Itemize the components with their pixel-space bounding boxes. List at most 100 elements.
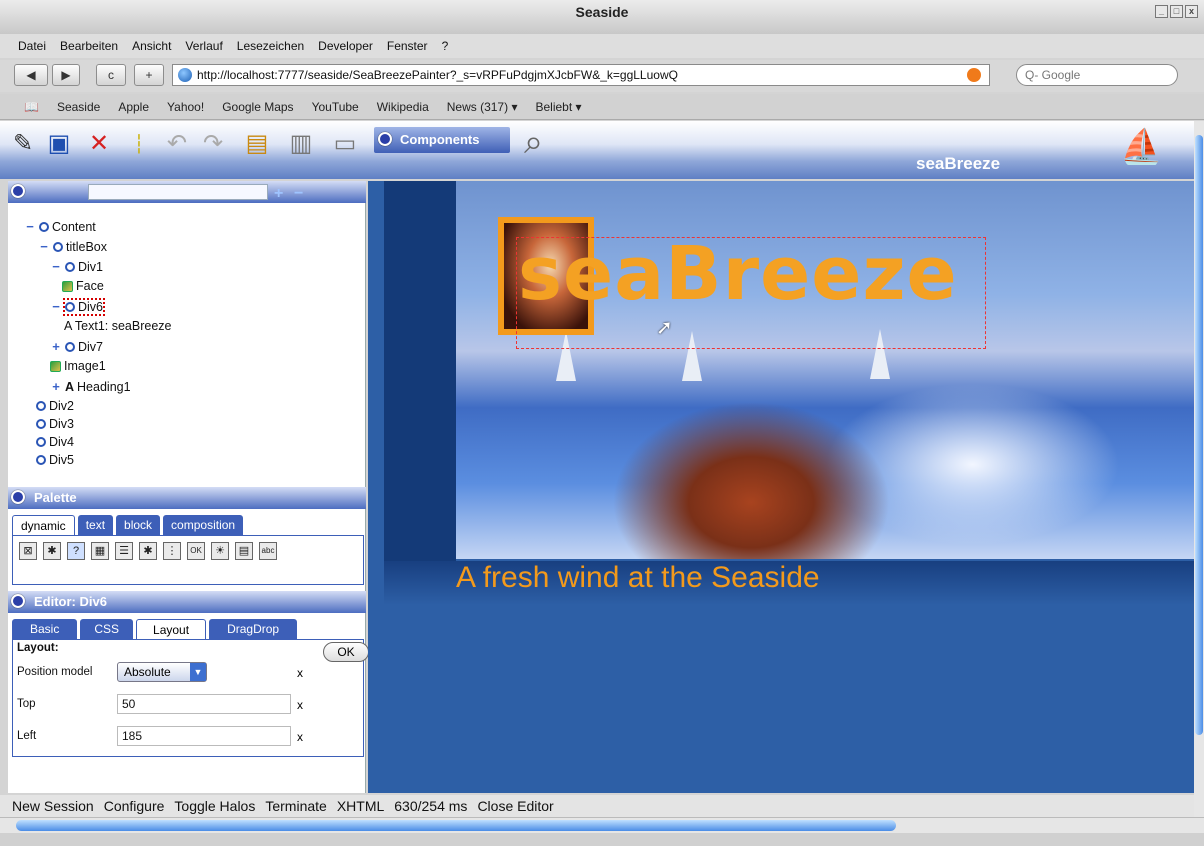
- expand-icon[interactable]: +: [50, 339, 62, 354]
- bookmark-youtube[interactable]: YouTube: [312, 100, 359, 114]
- components-button[interactable]: Components: [374, 127, 510, 153]
- form-icon[interactable]: ▦: [91, 542, 109, 560]
- undo-icon[interactable]: ↶: [162, 129, 192, 159]
- image-icon[interactable]: ☀: [211, 542, 229, 560]
- help-icon[interactable]: ?: [67, 542, 85, 560]
- menu-datei[interactable]: Datei: [18, 39, 46, 53]
- ruler-icon[interactable]: ┆: [124, 129, 154, 159]
- vertical-scroll-thumb[interactable]: [1195, 135, 1203, 735]
- bookmark-yahoo[interactable]: Yahoo!: [167, 100, 204, 114]
- back-button[interactable]: ◀: [14, 64, 48, 86]
- collapse-icon[interactable]: −: [50, 259, 62, 274]
- magnifier-icon[interactable]: ⌕: [524, 123, 543, 162]
- bookmark-apple[interactable]: Apple: [118, 100, 149, 114]
- hero-title[interactable]: seaBreeze: [518, 231, 958, 317]
- close-box-icon[interactable]: ⊠: [19, 542, 37, 560]
- collapse-palette-icon[interactable]: [11, 490, 25, 504]
- bookmark-wikipedia[interactable]: Wikipedia: [377, 100, 429, 114]
- tab-composition[interactable]: composition: [163, 515, 244, 535]
- tree-node[interactable]: Div5: [36, 453, 74, 467]
- menu-developer[interactable]: Developer: [318, 39, 373, 53]
- top-field[interactable]: 50: [117, 694, 291, 714]
- bookmark-seaside[interactable]: Seaside: [57, 100, 100, 114]
- search-input[interactable]: Q- Google: [1016, 64, 1178, 86]
- collapse-icon[interactable]: −: [38, 239, 50, 254]
- palette-header[interactable]: Palette: [8, 487, 366, 509]
- menu-verlauf[interactable]: Verlauf: [185, 39, 222, 53]
- menu-ansicht[interactable]: Ansicht: [132, 39, 171, 53]
- brush-icon[interactable]: ✎: [8, 129, 38, 159]
- editor-header[interactable]: Editor: Div6: [8, 591, 366, 613]
- list-box-icon[interactable]: ☰: [115, 542, 133, 560]
- clear-top-button[interactable]: x: [297, 698, 303, 712]
- configure-link[interactable]: Configure: [104, 798, 165, 814]
- save-icon[interactable]: ▣: [44, 129, 74, 159]
- bookmark-google-maps[interactable]: Google Maps: [222, 100, 293, 114]
- url-field[interactable]: http://localhost:7777/seaside/SeaBreezeP…: [172, 64, 990, 86]
- tree-node[interactable]: + A Heading1: [50, 379, 130, 394]
- close-button[interactable]: x: [1185, 5, 1198, 18]
- ok-button-icon[interactable]: OK: [187, 542, 205, 560]
- redo-icon[interactable]: ↷: [198, 129, 228, 159]
- collapse-icon[interactable]: −: [24, 219, 36, 234]
- collapse-icon[interactable]: −: [50, 299, 62, 314]
- tree-node[interactable]: A Text1: seaBreeze: [64, 319, 171, 333]
- tab-layout[interactable]: Layout: [136, 619, 207, 639]
- tree-search-input[interactable]: [88, 184, 268, 200]
- add-bookmark-button[interactable]: +: [134, 64, 164, 86]
- tree-node[interactable]: − Div1: [50, 259, 103, 274]
- tree-node[interactable]: − titleBox: [38, 239, 107, 254]
- menu-bearbeiten[interactable]: Bearbeiten: [60, 39, 118, 53]
- collapse-tree-icon[interactable]: [11, 184, 25, 198]
- bullet-list-icon[interactable]: ⋮: [163, 542, 181, 560]
- remove-node-icon[interactable]: −: [294, 183, 303, 205]
- terminate-link[interactable]: Terminate: [265, 798, 326, 814]
- position-model-select[interactable]: Absolute ▼: [117, 662, 207, 682]
- collapse-editor-icon[interactable]: [11, 594, 25, 608]
- rss-icon[interactable]: [967, 68, 981, 82]
- new-session-link[interactable]: New Session: [12, 798, 94, 814]
- minimize-button[interactable]: _: [1155, 5, 1168, 18]
- clear-left-button[interactable]: x: [297, 730, 303, 744]
- clear-position-button[interactable]: x: [297, 666, 303, 680]
- design-canvas[interactable]: seaBreeze ➚ A fresh wind at the Seaside: [368, 181, 1194, 793]
- tree-node[interactable]: Image1: [50, 359, 106, 373]
- horizontal-scrollbar[interactable]: [0, 817, 1204, 833]
- menu-help[interactable]: ?: [442, 39, 449, 53]
- reload-button[interactable]: c: [96, 64, 126, 86]
- tree-node[interactable]: Div2: [36, 399, 74, 413]
- menu-lesezeichen[interactable]: Lesezeichen: [237, 39, 304, 53]
- package-icon[interactable]: ▤: [242, 129, 272, 159]
- left-field[interactable]: 185: [117, 726, 291, 746]
- bookmark-beliebt[interactable]: Beliebt ▾: [535, 100, 581, 114]
- tab-text[interactable]: text: [77, 515, 114, 535]
- delete-icon[interactable]: ✕: [84, 129, 114, 159]
- tree-node[interactable]: + Div7: [50, 339, 103, 354]
- tree-node[interactable]: − Content: [24, 219, 96, 234]
- slogan-heading[interactable]: A fresh wind at the Seaside: [456, 561, 1194, 595]
- tab-css[interactable]: CSS: [80, 619, 134, 639]
- menu-fenster[interactable]: Fenster: [387, 39, 428, 53]
- tab-dynamic[interactable]: dynamic: [12, 515, 75, 535]
- toggle-halos-link[interactable]: Toggle Halos: [174, 798, 255, 814]
- bookmarks-book-icon[interactable]: 📖: [24, 100, 39, 114]
- xhtml-link[interactable]: XHTML: [337, 798, 384, 814]
- bookmark-news[interactable]: News (317) ▾: [447, 100, 518, 114]
- forward-button[interactable]: ▶: [52, 64, 80, 86]
- tab-basic[interactable]: Basic: [12, 619, 78, 639]
- card-icon[interactable]: ▥: [286, 129, 316, 159]
- close-editor-link[interactable]: Close Editor: [477, 798, 553, 814]
- vertical-scrollbar[interactable]: [1194, 121, 1204, 817]
- horizontal-scroll-thumb[interactable]: [16, 820, 896, 831]
- tab-dragdrop[interactable]: DragDrop: [209, 619, 298, 639]
- text-field-icon[interactable]: abc: [259, 542, 277, 560]
- expand-icon[interactable]: +: [50, 379, 62, 394]
- tree-node[interactable]: Div3: [36, 417, 74, 431]
- document-icon[interactable]: ▤: [235, 542, 253, 560]
- gear-icon[interactable]: ✱: [139, 542, 157, 560]
- tree-node[interactable]: Face: [62, 279, 104, 293]
- tree-node-selected[interactable]: − Div6: [50, 297, 106, 316]
- add-node-icon[interactable]: +: [274, 183, 283, 205]
- ok-button[interactable]: OK: [323, 642, 369, 662]
- maximize-button[interactable]: □: [1170, 5, 1183, 18]
